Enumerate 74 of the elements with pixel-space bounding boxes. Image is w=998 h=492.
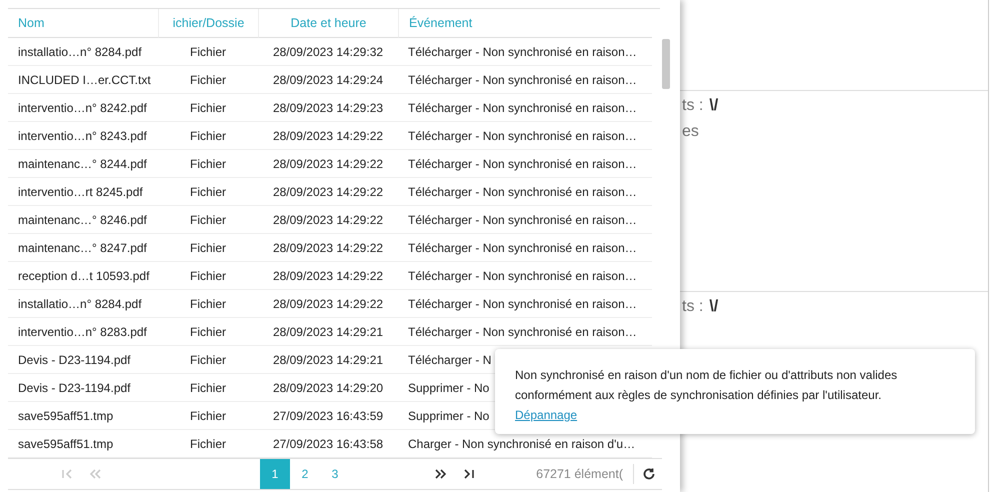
table-cell: installatio…n° 8284.pdf	[8, 290, 158, 318]
table-cell: 28/09/2023 14:29:22	[258, 262, 398, 290]
table-cell: Télécharger - Non synchronisé en raison…	[398, 178, 652, 206]
table-cell: 28/09/2023 14:29:20	[258, 374, 398, 402]
table-cell: Fichier	[158, 122, 258, 150]
table-cell: Fichier	[158, 234, 258, 262]
table-cell: Fichier	[158, 262, 258, 290]
table-cell: Fichier	[158, 374, 258, 402]
table-cell: Télécharger - Non synchronisé en raison…	[398, 38, 652, 66]
page-button[interactable]: 2	[290, 459, 320, 489]
table-cell: interventio…n° 8243.pdf	[8, 122, 158, 150]
table-cell: maintenanc…° 8244.pdf	[8, 150, 158, 178]
table-cell: Fichier	[158, 318, 258, 346]
column-header[interactable]: Date et heure	[258, 9, 398, 38]
item-count: 67271 élément(	[536, 467, 624, 481]
table-cell: maintenanc…° 8246.pdf	[8, 206, 158, 234]
table-cell: Fichier	[158, 402, 258, 430]
table-cell: Télécharger - Non synchronisé en raison…	[398, 122, 652, 150]
page-button[interactable]: 1	[260, 459, 290, 489]
field-label: ts :	[682, 298, 704, 316]
table-cell: INCLUDED I…er.CCT.txt	[8, 66, 158, 94]
table-cell: save595aff51.tmp	[8, 430, 158, 458]
last-page-icon[interactable]	[462, 467, 476, 481]
table-cell: Fichier	[158, 150, 258, 178]
field-label: es	[682, 122, 699, 141]
table-cell: Télécharger - Non synchronisé en raison…	[398, 290, 652, 318]
table-cell: Télécharger - Non synchronisé en raison…	[398, 66, 652, 94]
refresh-icon[interactable]	[642, 467, 656, 481]
table-cell: 28/09/2023 14:29:22	[258, 206, 398, 234]
table-cell: Télécharger - Non synchronisé en raison…	[398, 206, 652, 234]
table-cell: Fichier	[158, 346, 258, 374]
page-button[interactable]: 3	[320, 459, 350, 489]
table-cell: reception d…t 10593.pdf	[8, 262, 158, 290]
table-cell: Devis - D23-1194.pdf	[8, 374, 158, 402]
field-value: \/	[709, 96, 718, 115]
table-cell: Fichier	[158, 178, 258, 206]
column-header[interactable]: ichier/Dossie	[158, 9, 258, 38]
column-header[interactable]: Nom	[8, 9, 158, 38]
table-cell: 28/09/2023 14:29:23	[258, 94, 398, 122]
table-cell: 28/09/2023 14:29:21	[258, 318, 398, 346]
table-cell: Télécharger - Non synchronisé en raison…	[398, 150, 652, 178]
table-cell: Fichier	[158, 430, 258, 458]
table-cell: Fichier	[158, 38, 258, 66]
table-cell: 28/09/2023 14:29:22	[258, 122, 398, 150]
table-cell: save595aff51.tmp	[8, 402, 158, 430]
table-cell: 27/09/2023 16:43:58	[258, 430, 398, 458]
table-cell: installatio…n° 8284.pdf	[8, 38, 158, 66]
table-cell: Télécharger - Non synchronisé en raison…	[398, 94, 652, 122]
troubleshoot-link[interactable]: Dépannage	[515, 408, 578, 422]
table-cell: maintenanc…° 8247.pdf	[8, 234, 158, 262]
table-cell: 28/09/2023 14:29:32	[258, 38, 398, 66]
table-cell: 28/09/2023 14:29:22	[258, 150, 398, 178]
column-header[interactable]: Événement	[398, 9, 652, 38]
table-cell: interventio…n° 8283.pdf	[8, 318, 158, 346]
table-cell: Fichier	[158, 290, 258, 318]
table-cell: Devis - D23-1194.pdf	[8, 346, 158, 374]
table-cell: 28/09/2023 14:29:22	[258, 234, 398, 262]
table-cell: 27/09/2023 16:43:59	[258, 402, 398, 430]
table-cell: 28/09/2023 14:29:24	[258, 66, 398, 94]
field-label: ts :	[682, 96, 704, 115]
next-page-icon[interactable]	[434, 467, 448, 481]
table-cell: Télécharger - Non synchronisé en raison…	[398, 318, 652, 346]
scrollbar-thumb[interactable]	[662, 39, 670, 89]
table-cell: interventio…rt 8245.pdf	[8, 178, 158, 206]
table-cell: interventio…n° 8242.pdf	[8, 94, 158, 122]
table-cell: 28/09/2023 14:29:21	[258, 346, 398, 374]
table-cell: Télécharger - Non synchronisé en raison…	[398, 262, 652, 290]
table-cell: Télécharger - Non synchronisé en raison…	[398, 234, 652, 262]
table-cell: Fichier	[158, 206, 258, 234]
table-cell: Fichier	[158, 66, 258, 94]
table-cell: 28/09/2023 14:29:22	[258, 178, 398, 206]
table-cell: Fichier	[158, 94, 258, 122]
field-value: \/	[709, 298, 718, 316]
table-cell: 28/09/2023 14:29:22	[258, 290, 398, 318]
